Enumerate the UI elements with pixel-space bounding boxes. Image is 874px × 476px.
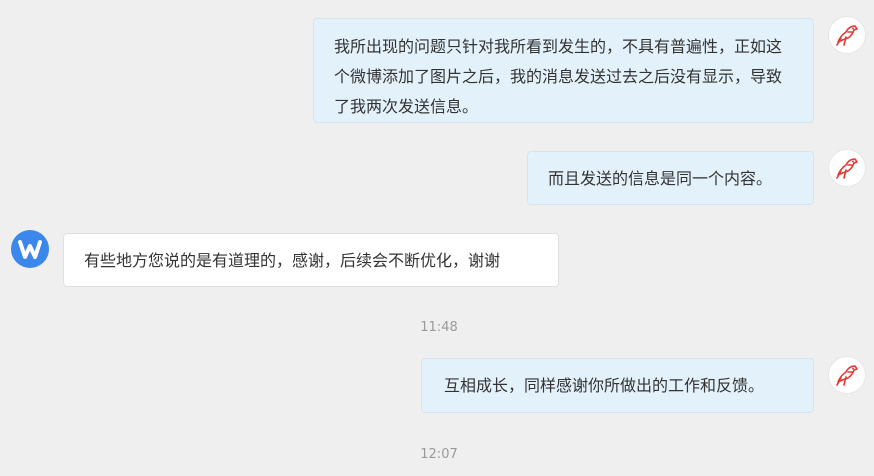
red-bird-avatar-icon bbox=[836, 365, 858, 386]
message-text: 有些地方您说的是有道理的，感谢，后续会不断优化，谢谢 bbox=[84, 251, 501, 270]
message-text: 我所出现的问题只针对我所看到发生的，不具有普遍性，正如这个微博添加了图片之后，我… bbox=[334, 37, 783, 116]
message-bubble-outgoing[interactable]: 而且发送的信息是同一个内容。 bbox=[527, 151, 814, 205]
message-bubble-outgoing[interactable]: 我所出现的问题只针对我所看到发生的，不具有普遍性，正如这个微博添加了图片之后，我… bbox=[313, 18, 814, 123]
message-bubble-outgoing[interactable]: 互相成长，同样感谢你所做出的工作和反馈。 bbox=[421, 358, 814, 413]
message-text: 互相成长，同样感谢你所做出的工作和反馈。 bbox=[444, 376, 765, 395]
message-bubble-incoming[interactable]: 有些地方您说的是有道理的，感谢，后续会不断优化，谢谢 bbox=[63, 233, 559, 287]
chat-window: 我所出现的问题只针对我所看到发生的，不具有普遍性，正如这个微博添加了图片之后，我… bbox=[0, 0, 874, 476]
my-avatar[interactable] bbox=[828, 149, 866, 187]
timestamp: 12:07 bbox=[420, 447, 458, 462]
contact-avatar[interactable] bbox=[11, 230, 49, 268]
timestamp: 11:48 bbox=[420, 320, 458, 335]
my-avatar[interactable] bbox=[828, 356, 866, 394]
message-text: 而且发送的信息是同一个内容。 bbox=[548, 169, 773, 188]
red-bird-avatar-icon bbox=[836, 25, 858, 46]
blue-w-logo-icon bbox=[18, 240, 42, 259]
red-bird-avatar-icon bbox=[836, 158, 858, 179]
my-avatar[interactable] bbox=[828, 16, 866, 54]
